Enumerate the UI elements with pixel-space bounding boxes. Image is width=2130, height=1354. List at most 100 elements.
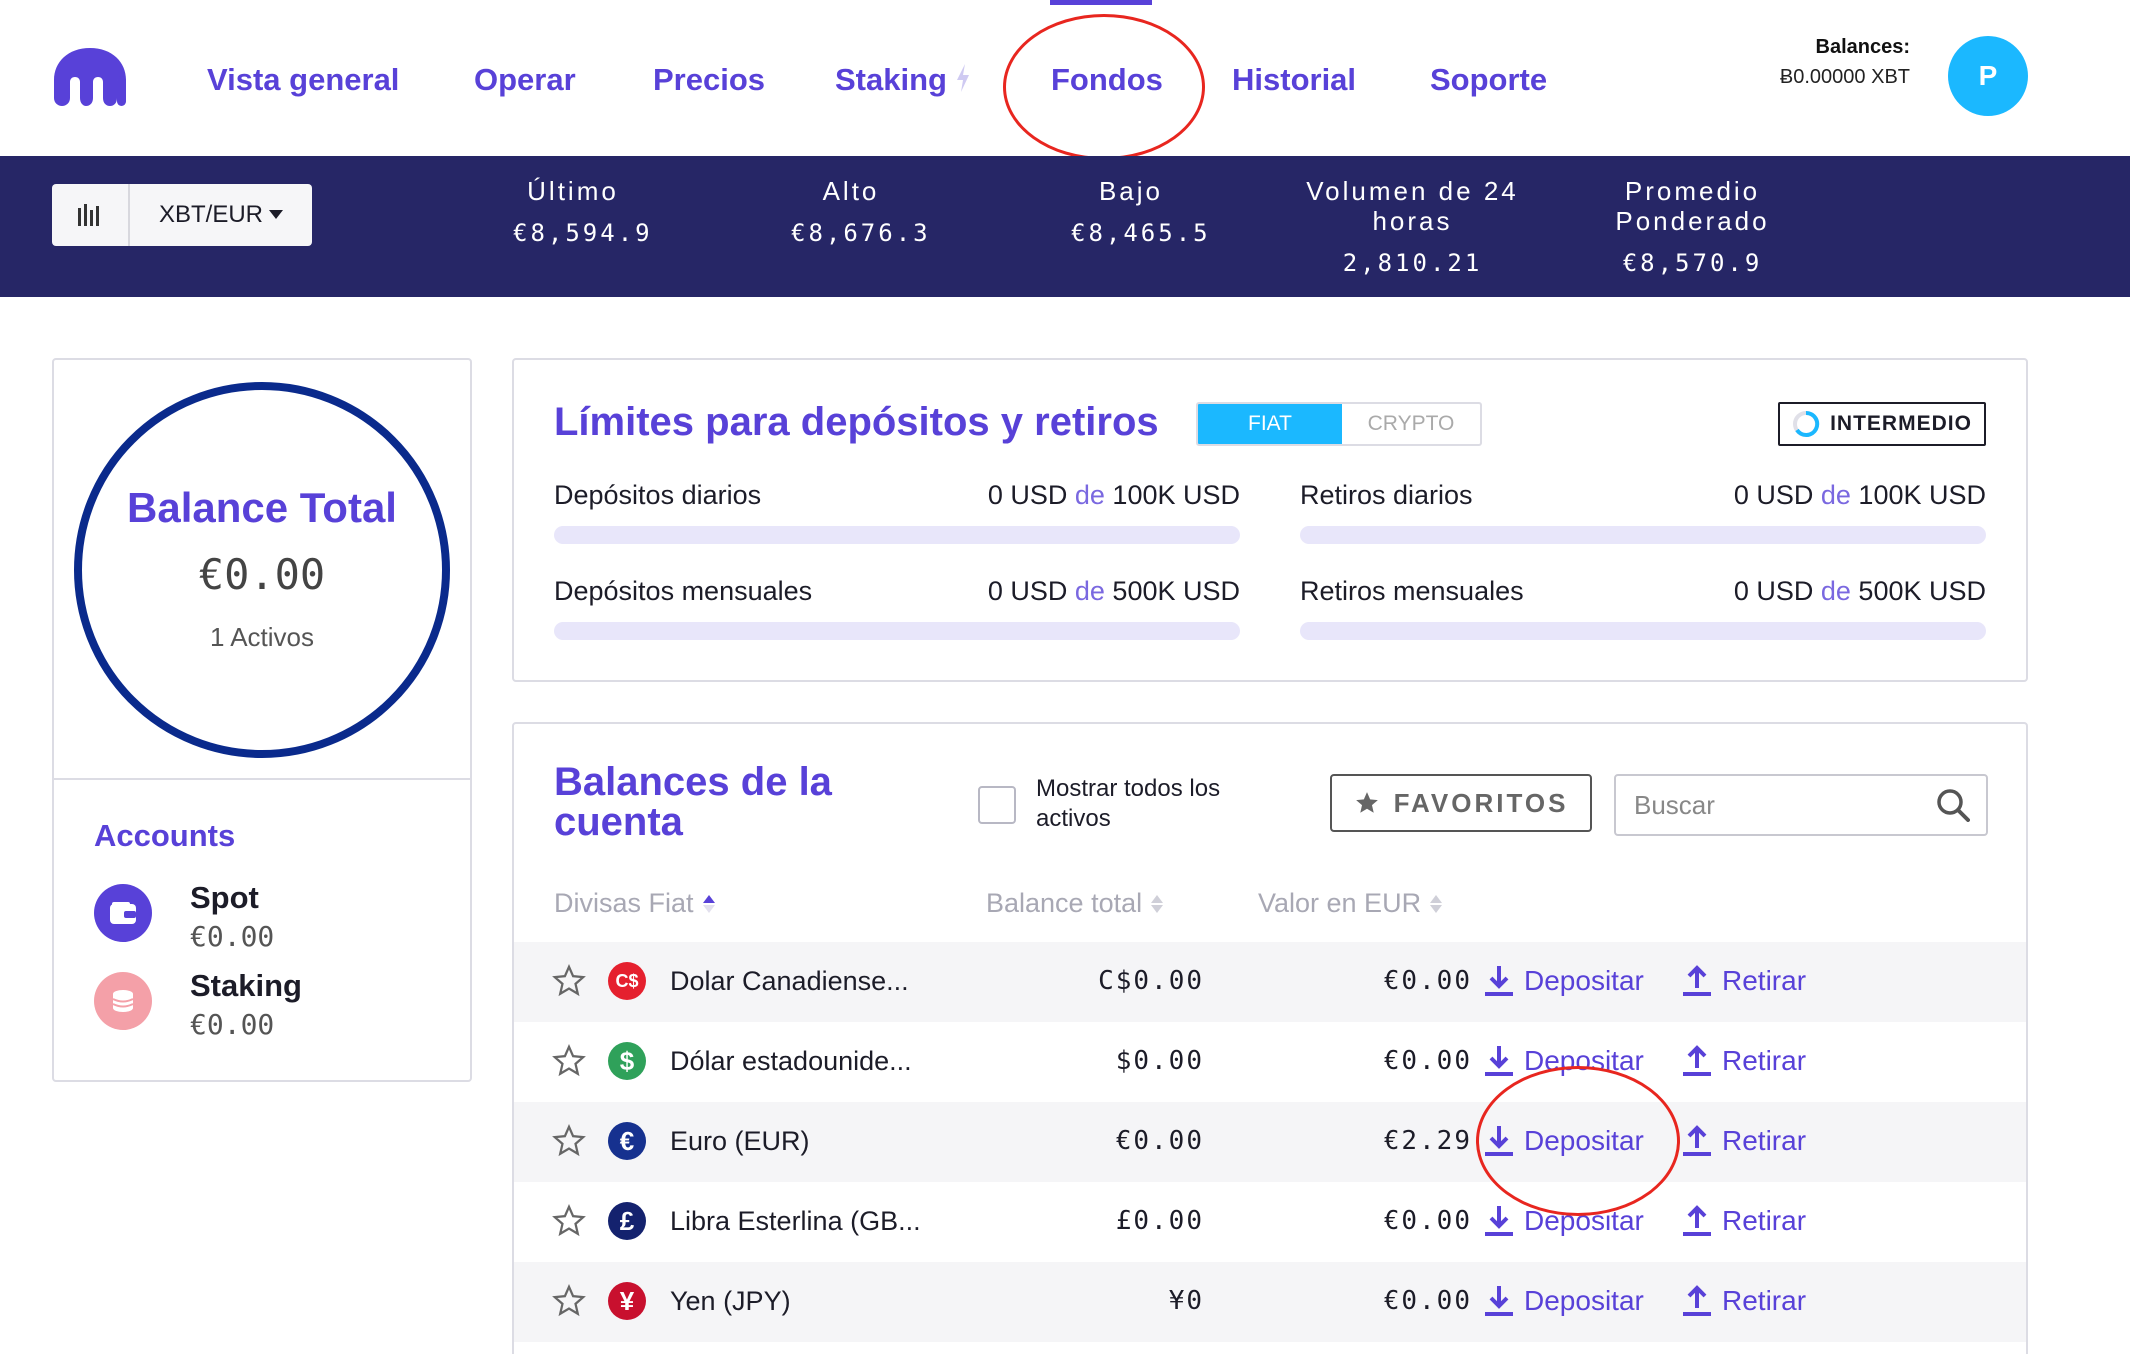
nav-staking[interactable]: Staking [835, 62, 971, 98]
pair-dropdown[interactable]: XBT/EUR [130, 184, 312, 246]
jpy-icon: ¥ [608, 1282, 646, 1320]
deposit-label: Depositar [1524, 1125, 1644, 1156]
deposit-button[interactable]: Depositar [1484, 1204, 1644, 1238]
withdraw-button[interactable]: Retirar [1682, 1284, 1806, 1318]
limits-title: Límites para depósitos y retiros [554, 400, 1159, 444]
column-header-fiat-label: Divisas Fiat [554, 888, 694, 918]
show-all-label[interactable]: Mostrar todos los activos [1036, 774, 1266, 834]
show-all-checkbox[interactable] [978, 786, 1016, 824]
limit-connector: de [1074, 480, 1105, 510]
limits-card: Límites para depósitos y retiros FIAT CR… [512, 358, 2028, 682]
withdraw-button[interactable]: Retirar [1682, 1124, 1806, 1158]
column-header-fiat[interactable]: Divisas Fiat [554, 888, 716, 919]
limit-track [554, 526, 1240, 544]
limit-value: 0 USD de 100K USD [1734, 480, 1986, 511]
withdraw-label: Retirar [1722, 1205, 1807, 1236]
balance-total-title: Balance Total [127, 484, 397, 531]
deposit-label: Depositar [1524, 965, 1644, 996]
ticker-vwap-label: Promedio Ponderado [1615, 176, 1770, 236]
limit-label: Depósitos diarios [554, 480, 762, 510]
withdraw-label: Retirar [1722, 1045, 1807, 1076]
search-icon[interactable] [1936, 788, 1970, 822]
currency-name: Euro (EUR) [670, 1126, 810, 1156]
nav-funds[interactable]: Fondos [1051, 62, 1163, 98]
accounts-title: Accounts [94, 818, 236, 853]
balances-title: Balances de la cuenta [554, 760, 832, 844]
column-header-balance-label: Balance total [986, 888, 1143, 918]
kraken-logo-icon[interactable] [50, 44, 130, 108]
account-spot-name[interactable]: Spot [190, 880, 259, 916]
account-spot-value: €0.00 [190, 920, 275, 953]
table-row: £ Libra Esterlina (GB... £0.00 €0.00 Dep… [514, 1182, 2026, 1262]
tab-crypto[interactable]: CRYPTO [1342, 404, 1480, 444]
account-staking-value: €0.00 [190, 1008, 275, 1041]
star-outline-icon[interactable] [552, 1124, 586, 1158]
divider [54, 778, 470, 780]
withdraw-button[interactable]: Retirar [1682, 1204, 1806, 1238]
chart-bars-icon[interactable] [52, 184, 130, 246]
favorites-button[interactable]: FAVORITOS [1330, 774, 1592, 832]
ticker-last: Último €8,594.9 [513, 176, 653, 248]
sort-asc-icon [702, 894, 715, 913]
pair-selector[interactable]: XBT/EUR [52, 184, 312, 246]
star-outline-icon[interactable] [552, 964, 586, 998]
coins-icon [94, 972, 152, 1030]
currency-balance: $0.00 [1115, 1046, 1204, 1076]
limit-label: Depósitos mensuales [554, 576, 813, 606]
nav-trade[interactable]: Operar [474, 62, 576, 98]
star-outline-icon[interactable] [552, 1044, 586, 1078]
limit-value: 0 USD de 500K USD [1734, 576, 1986, 607]
balances-value: Ƀ0.00000 XBT [1779, 66, 1910, 88]
limit-max: 100K USD [1112, 480, 1240, 510]
column-header-balance[interactable]: Balance total [986, 888, 1164, 919]
download-icon [1485, 1206, 1513, 1236]
tab-fiat[interactable]: FIAT [1198, 404, 1342, 444]
withdraw-label: Retirar [1722, 1125, 1807, 1156]
currency-eur-value: €0.00 [1383, 966, 1472, 996]
limit-used: 0 USD [1733, 480, 1814, 510]
currency-eur-value: €0.00 [1383, 1046, 1472, 1076]
usd-icon: $ [608, 1042, 646, 1080]
limit-track [1300, 622, 1986, 640]
nav-support[interactable]: Soporte [1430, 62, 1547, 98]
currency-eur-value: €0.00 [1383, 1286, 1472, 1316]
ticker-vwap-value: €8,570.9 [1622, 249, 1763, 277]
nav-overview[interactable]: Vista general [207, 62, 399, 98]
limits-tab-switch: FIAT CRYPTO [1196, 402, 1482, 446]
nav-prices[interactable]: Precios [653, 62, 765, 98]
currency-eur-value: €0.00 [1383, 1206, 1472, 1236]
deposit-button[interactable]: Depositar [1484, 1284, 1644, 1318]
ticker-low-label: Bajo [1098, 176, 1164, 206]
currency-balance: C$0.00 [1098, 966, 1204, 996]
tier-progress-icon [1793, 410, 1820, 437]
ticker-low: Bajo €8,465.5 [1071, 176, 1208, 248]
table-row: C$ Dolar Canadiense... C$0.00 €0.00 Depo… [514, 942, 2026, 1022]
currency-name: Yen (JPY) [670, 1286, 791, 1316]
account-staking-name[interactable]: Staking [190, 968, 302, 1004]
tier-label: INTERMEDIO [1830, 412, 1972, 435]
tier-badge[interactable]: INTERMEDIO [1778, 402, 1986, 446]
deposit-button[interactable]: Depositar [1484, 964, 1644, 998]
ticker-vwap: Promedio Ponderado €8,570.9 [1600, 176, 1785, 278]
balance-total-value: €0.00 [198, 550, 326, 599]
withdraw-button[interactable]: Retirar [1682, 1044, 1806, 1078]
withdraw-label: Retirar [1722, 1285, 1807, 1316]
star-outline-icon[interactable] [552, 1284, 586, 1318]
currency-balance: £0.00 [1115, 1206, 1204, 1236]
deposit-button[interactable]: Depositar [1484, 1124, 1644, 1158]
user-avatar[interactable]: P [1948, 36, 2028, 116]
upload-icon [1683, 1205, 1711, 1236]
withdraw-button[interactable]: Retirar [1682, 964, 1806, 998]
star-outline-icon[interactable] [552, 1204, 586, 1238]
wallet-icon [94, 884, 152, 942]
search-input[interactable] [1616, 776, 1926, 834]
download-icon [1485, 966, 1513, 996]
ticker-last-value: €8,594.9 [513, 219, 653, 247]
limit-track [554, 622, 1240, 640]
column-header-eur-value[interactable]: Valor en EUR [1258, 888, 1443, 919]
ticker-high: Alto €8,676.3 [791, 176, 931, 248]
ticker-high-value: €8,676.3 [791, 219, 931, 247]
currency-name: Dólar estadounide... [670, 1046, 912, 1076]
nav-history[interactable]: Historial [1232, 62, 1356, 98]
deposit-button[interactable]: Depositar [1484, 1044, 1644, 1078]
